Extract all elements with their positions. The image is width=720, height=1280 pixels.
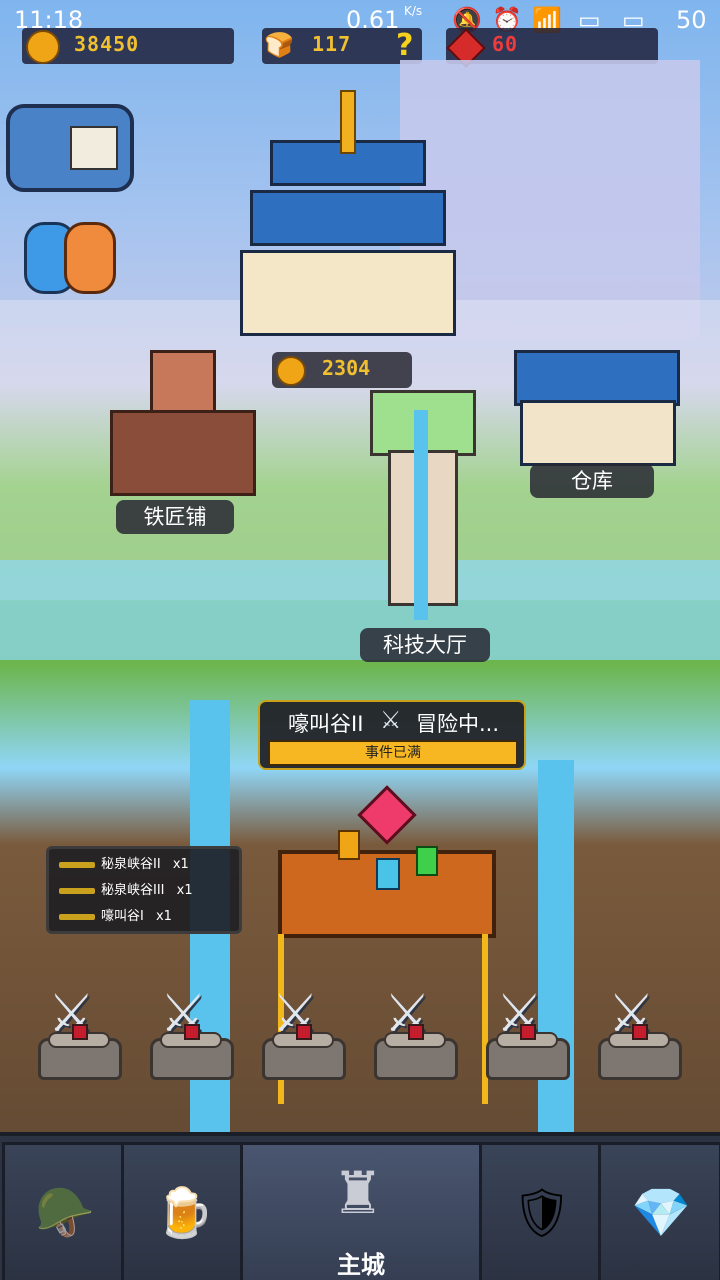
- battle-slot[interactable]: ⚔: [258, 980, 346, 1080]
- warehouse-building[interactable]: [514, 350, 684, 470]
- palace-income[interactable]: 2304: [272, 352, 412, 388]
- adventure-queue-panel[interactable]: 秘泉峡谷II x1 秘泉峡谷III x1 嚎叫谷I x1: [46, 846, 242, 934]
- castle-icon: ♜: [332, 1159, 384, 1227]
- palace-income-value: 2304: [322, 356, 371, 380]
- gold-coin-icon: [276, 356, 306, 386]
- help-icon[interactable]: ?: [396, 28, 413, 63]
- battle-slot[interactable]: ⚔: [34, 980, 122, 1080]
- battle-slot[interactable]: ⚔: [482, 980, 570, 1080]
- waterfall-right: [538, 760, 574, 1140]
- bottom-nav: 🪖 🍺 ♜ 主城 🛡 💎: [0, 1132, 720, 1280]
- adventure-location: 嚎叫谷II: [288, 712, 364, 736]
- tech-hall-label[interactable]: 科技大厅: [360, 628, 490, 662]
- blacksmith-building[interactable]: [100, 340, 260, 500]
- crossed-swords-icon: ⚔: [380, 706, 402, 734]
- nav-shop[interactable]: 💎: [598, 1142, 720, 1280]
- shield-icon: 🛡: [511, 1185, 573, 1241]
- blacksmith-label[interactable]: 铁匠铺: [116, 500, 234, 534]
- nav-heroes[interactable]: 🪖: [2, 1142, 124, 1280]
- gift-icon: 💎: [631, 1185, 691, 1241]
- net-unit: K/s: [404, 4, 423, 18]
- emerald-icon: [416, 846, 438, 876]
- hero-icon: 🪖: [35, 1185, 95, 1241]
- adventure-status: 冒险中...: [416, 712, 500, 736]
- mailbox-icon: [70, 126, 118, 170]
- game-screen: 11:18 0.61 K/s 🔕 ⏰ 📶 ▭ ▭ 50 38450 🍞 117 …: [0, 0, 720, 1280]
- gem-counter[interactable]: 60: [446, 28, 658, 68]
- ruby-icon: [357, 785, 417, 845]
- warehouse-label[interactable]: 仓库: [530, 464, 654, 498]
- nav-battle[interactable]: 🛡: [479, 1142, 601, 1280]
- sapphire-icon: [376, 858, 400, 890]
- food-value: 117: [312, 32, 352, 56]
- gold-value: 38450: [74, 32, 140, 56]
- queue-item[interactable]: 秘泉峡谷III x1: [59, 879, 193, 901]
- battle-slot[interactable]: ⚔: [146, 980, 234, 1080]
- nav-main-city-label: 主城: [337, 1251, 385, 1279]
- battle-slot[interactable]: ⚔: [594, 980, 682, 1080]
- queue-item[interactable]: 秘泉峡谷II x1: [59, 853, 189, 875]
- battle-slot[interactable]: ⚔: [370, 980, 458, 1080]
- nav-main-city[interactable]: ♜ 主城: [240, 1142, 482, 1280]
- events-full-bar: 事件已满: [268, 740, 518, 766]
- beer-mug-icon: 🍺: [154, 1185, 214, 1241]
- nav-tavern[interactable]: 🍺: [121, 1142, 243, 1280]
- food-counter[interactable]: 🍞 117 ?: [262, 28, 422, 64]
- mailbox-button[interactable]: [6, 104, 134, 192]
- food-icon: 🍞: [264, 31, 294, 59]
- gold-counter[interactable]: 38450: [22, 28, 234, 64]
- tech-hall-building[interactable]: [340, 390, 500, 630]
- friends-button[interactable]: [24, 218, 116, 294]
- adventure-status-panel[interactable]: 嚎叫谷II ⚔ 冒险中... 事件已满: [258, 700, 526, 770]
- gem-value: 60: [492, 32, 519, 56]
- gold-coin-icon: [26, 30, 60, 64]
- amber-icon: [338, 830, 360, 860]
- palace-building[interactable]: [230, 90, 460, 340]
- queue-item[interactable]: 嚎叫谷I x1: [59, 905, 172, 927]
- battery-level: 50: [676, 6, 707, 34]
